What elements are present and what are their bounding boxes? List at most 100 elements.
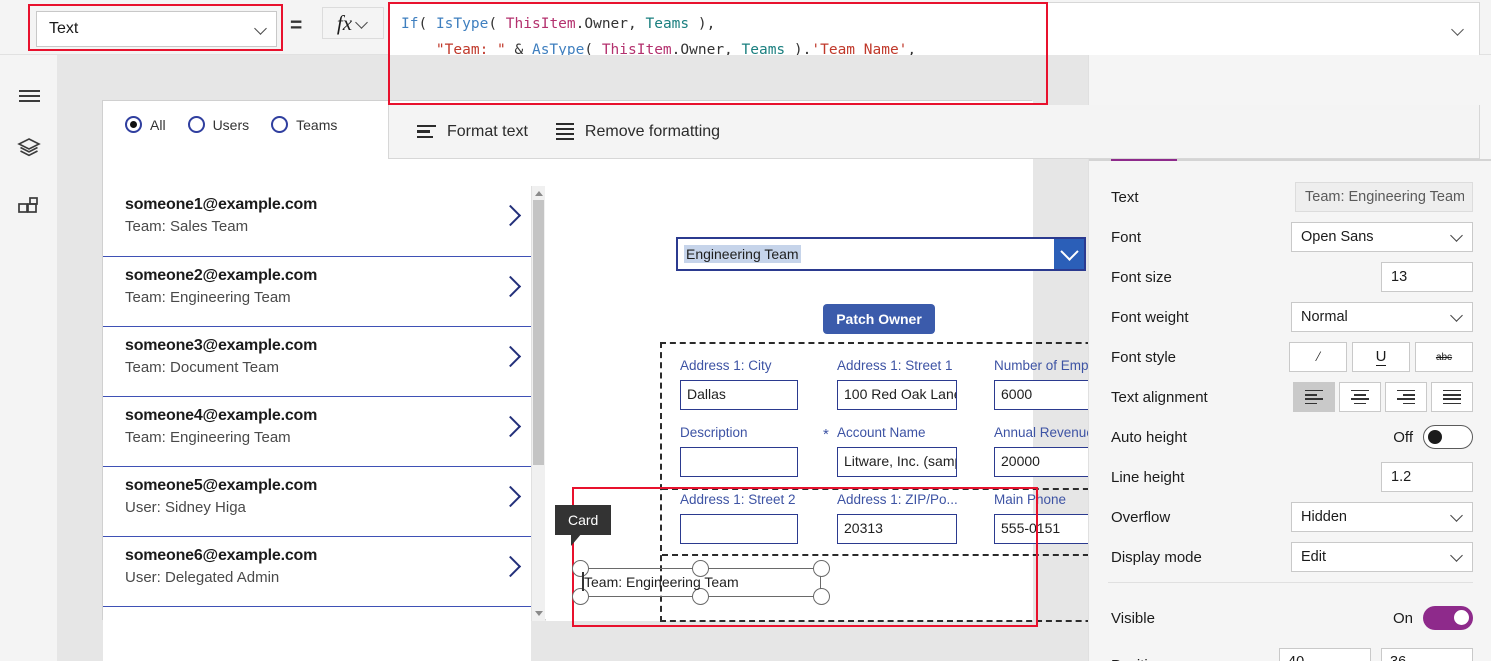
hamburger-glyph [18,87,40,106]
form-card-city[interactable]: Address 1: City Dallas [680,358,798,410]
chevron-right-icon[interactable] [503,485,519,507]
layers-glyph [17,138,41,157]
text-alignment-group [1293,382,1473,412]
underline-button[interactable]: U [1352,342,1410,372]
list-item[interactable]: someone4@example.com Team: Engineering T… [103,396,531,466]
align-right-button[interactable] [1385,382,1427,412]
list-item-subtitle: User: Sidney Higa [125,499,246,516]
insert-icon[interactable] [0,185,58,231]
form-input[interactable]: Litware, Inc. (sample [837,447,957,477]
radio-all[interactable]: All [125,116,166,133]
fx-button[interactable]: fx [322,7,384,39]
radio-users[interactable]: Users [187,116,250,133]
chevron-right-icon[interactable] [503,204,519,226]
list-item[interactable]: someone3@example.com Team: Document Team [103,326,531,396]
hamburger-menu-icon[interactable] [0,73,58,119]
tooltip-tail [571,533,582,546]
resize-handle-bottom-right[interactable] [813,588,830,605]
form-card-description[interactable]: Description [680,425,798,477]
format-text-button[interactable]: Format text [417,123,528,141]
dropdown-chevron-icon[interactable] [1054,239,1084,269]
form-card-street2[interactable]: Address 1: Street 2 [680,492,798,544]
property-row-display-mode: Display mode Edit [1089,537,1491,577]
form-input[interactable]: Dallas [680,380,798,410]
form-card-street1[interactable]: Address 1: Street 1 100 Red Oak Lane [837,358,957,410]
resize-handle-bottom-center[interactable] [692,588,709,605]
list-item[interactable]: someone2@example.com Team: Engineering T… [103,256,531,326]
radio-teams[interactable]: Teams [271,116,337,133]
property-row-auto-height: Auto height Off [1089,417,1491,457]
list-item[interactable]: someone6@example.com User: Delegated Adm… [103,536,531,606]
scroll-down-arrow-icon[interactable] [535,611,543,616]
gallery-list[interactable]: someone1@example.com Team: Sales Team so… [103,186,531,661]
form-label: Address 1: City [680,358,772,373]
list-item[interactable]: someone1@example.com Team: Sales Team [103,186,531,256]
property-key: Display mode [1111,548,1202,566]
formula-expand-chevron-icon[interactable] [1453,25,1465,37]
form-label: Address 1: Street 1 [837,358,953,373]
font-weight-select[interactable]: Normal [1291,302,1473,332]
grid-glyph [18,197,38,213]
scroll-up-arrow-icon[interactable] [535,191,543,196]
chevron-right-icon[interactable] [503,345,519,367]
display-mode-select[interactable]: Edit [1291,542,1473,572]
remove-formatting-icon [555,122,574,141]
list-item[interactable]: someone5@example.com User: Sidney Higa [103,466,531,536]
tree-view-icon[interactable] [0,125,58,171]
list-item-subtitle: Team: Engineering Team [125,289,291,306]
chevron-right-icon[interactable] [503,555,519,577]
chevron-down-icon [1452,231,1464,243]
position-y-input[interactable]: 36 [1381,647,1473,661]
property-row-text: Text Team: Engineering Team [1089,177,1491,217]
visible-toggle-wrap: On [1393,606,1473,630]
align-center-button[interactable] [1339,382,1381,412]
remove-formatting-button[interactable]: Remove formatting [555,122,720,141]
app-canvas: All Users Teams someone1@example.com Tea… [102,100,1141,661]
selected-label-control[interactable]: Team: Engineering Team [572,560,830,605]
resize-handle-bottom-left[interactable] [572,588,589,605]
form-input[interactable]: 20313 [837,514,957,544]
gallery-scrollbar[interactable] [531,186,545,621]
visible-toggle[interactable] [1423,606,1473,630]
required-asterisk-icon: * [823,426,829,443]
chevron-down-icon [256,23,268,35]
form-card-account-name[interactable]: * Account Name Litware, Inc. (sample [823,425,957,477]
list-item-title: someone5@example.com [125,477,318,494]
selected-label-text: Team: Engineering Team [584,574,739,590]
property-row-line-height: Line height 1.2 [1089,457,1491,497]
strikethrough-button[interactable]: abc [1415,342,1473,372]
form-input[interactable]: 100 Red Oak Lane [837,380,957,410]
font-select[interactable]: Open Sans [1291,222,1473,252]
text-value-field[interactable]: Team: Engineering Team [1295,182,1473,212]
form-label: Address 1: ZIP/Po... [837,492,958,507]
form-input[interactable] [680,447,798,477]
resize-handle-top-right[interactable] [813,560,830,577]
italic-button[interactable]: / [1289,342,1347,372]
align-left-button[interactable] [1293,382,1335,412]
line-height-input[interactable]: 1.2 [1381,462,1473,492]
radio-users-label: Users [212,116,250,133]
patch-owner-button[interactable]: Patch Owner [823,304,935,334]
scrollbar-thumb[interactable] [533,200,544,465]
list-item-partial[interactable] [103,606,531,661]
chevron-right-icon[interactable] [503,275,519,297]
auto-height-toggle[interactable] [1423,425,1473,449]
line-height-value: 1.2 [1391,469,1412,485]
list-item-subtitle: Team: Sales Team [125,218,249,235]
form-input[interactable] [680,514,798,544]
owner-dropdown[interactable]: Engineering Team [676,237,1086,271]
position-inputs: 40 36 [1279,647,1473,661]
overflow-select[interactable]: Hidden [1291,502,1473,532]
align-right-icon [1397,389,1415,405]
position-x-input[interactable]: 40 [1279,647,1371,661]
list-item-title: someone3@example.com [125,337,318,354]
property-key: Auto height [1111,428,1187,446]
format-text-label: Format text [447,122,528,140]
radio-dot-icon [271,116,289,133]
property-selector-dropdown[interactable]: Text [36,11,277,47]
font-size-input[interactable]: 13 [1381,262,1473,292]
form-label: Description [680,425,748,440]
align-justify-button[interactable] [1431,382,1473,412]
chevron-right-icon[interactable] [503,415,519,437]
form-card-zip[interactable]: Address 1: ZIP/Po... 20313 [837,492,958,544]
